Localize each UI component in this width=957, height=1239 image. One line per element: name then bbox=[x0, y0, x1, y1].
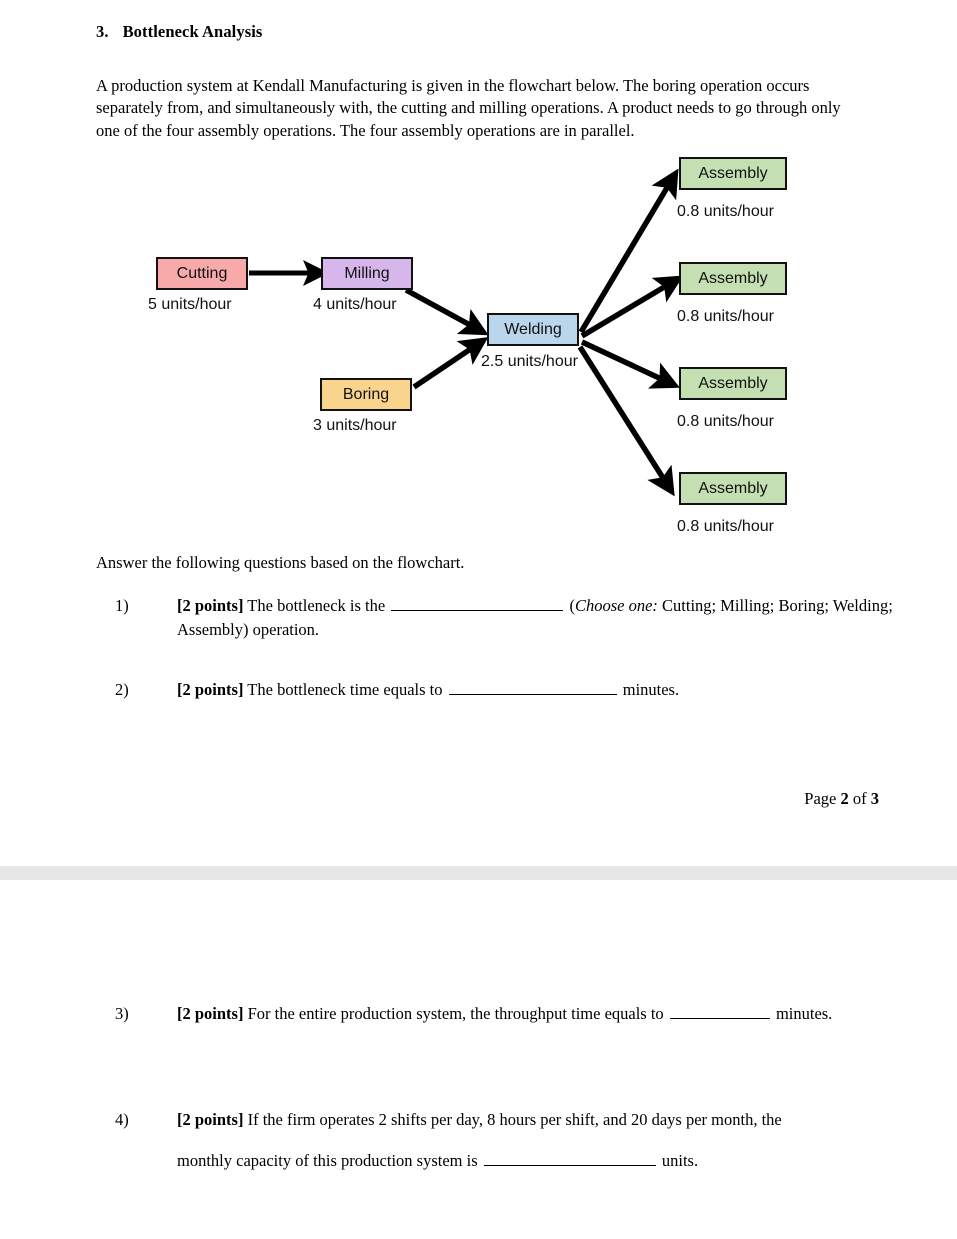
question-1-text-b: ( bbox=[565, 596, 575, 615]
node-assembly-1[interactable]: Assembly bbox=[679, 157, 787, 190]
rate-boring: 3 units/hour bbox=[313, 417, 397, 434]
question-2-answer-blank[interactable] bbox=[448, 679, 617, 695]
node-assembly-4[interactable]: Assembly bbox=[679, 472, 787, 505]
question-4-text-c: units. bbox=[657, 1151, 699, 1170]
node-boring-label: Boring bbox=[342, 385, 390, 403]
page-footer-total: 3 bbox=[870, 789, 879, 808]
rate-assembly-1: 0.8 units/hour bbox=[677, 203, 774, 220]
edge-boring-welding bbox=[412, 337, 489, 390]
question-1-text-a: The bottleneck is the bbox=[243, 596, 390, 615]
node-assembly-3-label: Assembly bbox=[698, 374, 768, 392]
page-footer-current: 2 bbox=[840, 789, 849, 808]
page-3 bbox=[0, 880, 957, 1239]
question-4-text-b: monthly capacity of this production syst… bbox=[177, 1151, 482, 1170]
question-1-choose-one: Choose one: bbox=[574, 596, 658, 615]
flowchart-arrows bbox=[249, 168, 684, 497]
question-3-answer-blank[interactable] bbox=[669, 1003, 770, 1019]
page-footer: Page 2 of 3 bbox=[804, 789, 879, 809]
node-assembly-1-label: Assembly bbox=[698, 164, 768, 182]
node-assembly-4-label: Assembly bbox=[698, 479, 768, 497]
question-3-text-a: For the entire production system, the th… bbox=[243, 1004, 668, 1023]
rate-welding: 2.5 units/hour bbox=[481, 353, 578, 370]
node-cutting[interactable]: Cutting bbox=[156, 257, 248, 290]
question-2: 2) [2 points] The bottleneck time equals… bbox=[115, 678, 905, 702]
rate-assembly-3: 0.8 units/hour bbox=[677, 413, 774, 430]
question-4-body: [2 points] If the firm operates 2 shifts… bbox=[177, 1108, 915, 1173]
question-4-points: [2 points] bbox=[177, 1110, 244, 1129]
page-separator bbox=[0, 866, 957, 880]
page-2: 3. Bottleneck Analysis A production syste… bbox=[0, 0, 957, 866]
question-4-answer-blank[interactable] bbox=[483, 1150, 656, 1166]
question-3-body: [2 points] For the entire production sys… bbox=[177, 1002, 915, 1026]
node-assembly-3[interactable]: Assembly bbox=[679, 367, 787, 400]
question-3-text-b: minutes. bbox=[771, 1004, 833, 1023]
section-title: Bottleneck Analysis bbox=[122, 22, 263, 41]
question-1-marker: 1) bbox=[115, 596, 129, 615]
question-2-body: [2 points] The bottleneck time equals to… bbox=[177, 678, 905, 702]
edge-welding-assembly4 bbox=[577, 345, 675, 497]
question-1-points: [2 points] bbox=[177, 596, 244, 615]
question-1-answer-blank[interactable] bbox=[391, 595, 564, 611]
node-welding[interactable]: Welding bbox=[487, 313, 579, 346]
page-title: 3. Bottleneck Analysis bbox=[96, 22, 262, 42]
rate-assembly-2: 0.8 units/hour bbox=[677, 308, 774, 325]
page-footer-prefix: Page bbox=[804, 789, 841, 808]
rate-milling: 4 units/hour bbox=[313, 296, 397, 313]
bottleneck-flowchart: Cutting 5 units/hour Milling 4 units/hou… bbox=[0, 140, 957, 540]
page-footer-middle: of bbox=[848, 789, 871, 808]
node-assembly-2[interactable]: Assembly bbox=[679, 262, 787, 295]
question-4-text-a: If the firm operates 2 shifts per day, 8… bbox=[243, 1110, 782, 1129]
question-4-marker: 4) bbox=[115, 1110, 129, 1129]
section-number: 3. bbox=[96, 22, 109, 41]
edge-welding-assembly3 bbox=[580, 339, 680, 389]
question-3: 3) [2 points] For the entire production … bbox=[115, 1002, 915, 1026]
edge-milling-welding bbox=[404, 287, 489, 336]
node-cutting-label: Cutting bbox=[176, 264, 228, 282]
rate-assembly-4: 0.8 units/hour bbox=[677, 518, 774, 535]
question-3-marker: 3) bbox=[115, 1004, 129, 1023]
node-milling-label: Milling bbox=[344, 264, 390, 282]
question-2-text-b: minutes. bbox=[618, 680, 680, 699]
node-milling[interactable]: Milling bbox=[321, 257, 413, 290]
question-2-marker: 2) bbox=[115, 680, 129, 699]
question-2-points: [2 points] bbox=[177, 680, 244, 699]
question-1-body: [2 points] The bottleneck is the (Choose… bbox=[177, 594, 905, 642]
question-4-line-2: monthly capacity of this production syst… bbox=[177, 1149, 915, 1173]
node-welding-label: Welding bbox=[504, 320, 562, 338]
node-boring[interactable]: Boring bbox=[320, 378, 412, 411]
answer-instruction: Answer the following questions based on … bbox=[96, 553, 465, 572]
node-assembly-2-label: Assembly bbox=[698, 269, 768, 287]
question-4: 4) [2 points] If the firm operates 2 shi… bbox=[115, 1108, 915, 1173]
question-1: 1) [2 points] The bottleneck is the (Cho… bbox=[115, 594, 905, 642]
question-3-points: [2 points] bbox=[177, 1004, 244, 1023]
question-2-text-a: The bottleneck time equals to bbox=[243, 680, 447, 699]
intro-paragraph: A production system at Kendall Manufactu… bbox=[96, 75, 841, 140]
rate-cutting: 5 units/hour bbox=[148, 296, 232, 313]
